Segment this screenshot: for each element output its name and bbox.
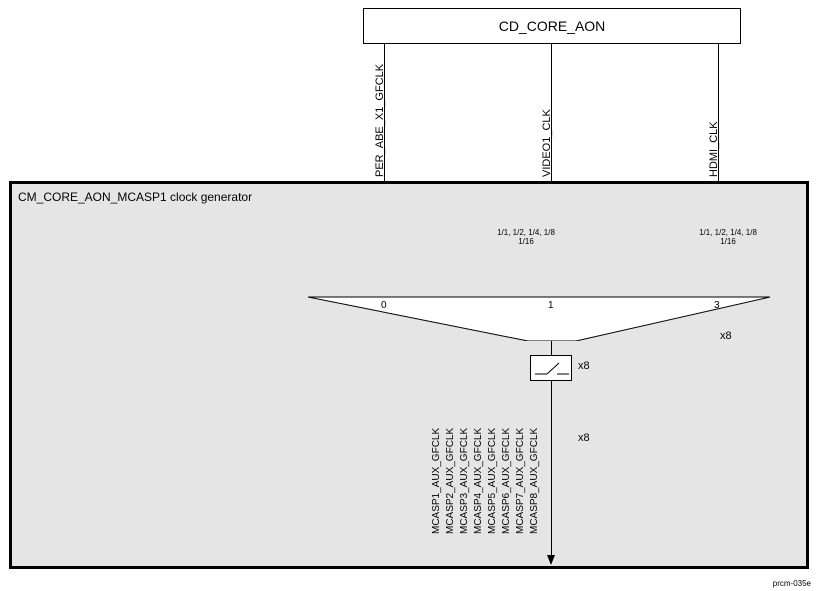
divider-in3-line2: 1/16 xyxy=(720,237,736,246)
out-signal-1: MCASP2_AUX_GFCLK xyxy=(445,428,456,534)
cd-core-aon-title: CD_CORE_AON xyxy=(499,18,606,34)
gate-mult-label: x8 xyxy=(578,360,590,372)
label-in3: HDMI_CLK xyxy=(708,121,720,177)
line-mux-gate xyxy=(551,341,552,355)
mux-trapezoid-icon xyxy=(308,291,770,341)
diagram-canvas: CD_CORE_AON PER_ABE_X1_GFCLK VIDEO1_CLK … xyxy=(0,0,820,591)
divider-in1: 1/1, 1/2, 1/4, 1/8 1/16 xyxy=(486,225,566,249)
clock-generator-title: CM_CORE_AON_MCASP1 clock generator xyxy=(18,190,252,204)
mux-port-1: 1 xyxy=(548,300,554,311)
out-signal-3: MCASP4_AUX_GFCLK xyxy=(473,428,484,534)
out-signal-0: MCASP1_AUX_GFCLK xyxy=(431,428,442,534)
diagram-id: prcm-035e xyxy=(773,579,811,588)
mux-mult-label: x8 xyxy=(720,330,732,342)
out-signal-7: MCASP8_AUX_GFCLK xyxy=(529,428,540,534)
divider-in3-line1: 1/1, 1/2, 1/4, 1/8 xyxy=(699,228,757,237)
arrow-down-icon xyxy=(547,555,555,565)
label-in0: PER_ABE_X1_GFCLK xyxy=(374,64,386,177)
out-signal-4: MCASP5_AUX_GFCLK xyxy=(487,428,498,534)
mux-port-3: 3 xyxy=(714,300,720,311)
out-signal-6: MCASP7_AUX_GFCLK xyxy=(515,428,526,534)
divider-in1-line2: 1/16 xyxy=(518,237,534,246)
divider-in3: 1/1, 1/2, 1/4, 1/8 1/16 xyxy=(688,225,768,249)
mux-port-0: 0 xyxy=(381,300,387,311)
switch-icon xyxy=(531,356,571,380)
mux-block: 0 1 3 xyxy=(308,291,770,341)
cd-core-aon-block: CD_CORE_AON xyxy=(363,8,741,44)
label-in1: VIDEO1_CLK xyxy=(541,109,553,177)
line-output xyxy=(551,381,552,559)
out-signal-2: MCASP3_AUX_GFCLK xyxy=(459,428,470,534)
out-signal-5: MCASP6_AUX_GFCLK xyxy=(501,428,512,534)
divider-in1-line1: 1/1, 1/2, 1/4, 1/8 xyxy=(497,228,555,237)
output-mult-label: x8 xyxy=(578,432,590,444)
clock-gate xyxy=(530,355,572,381)
